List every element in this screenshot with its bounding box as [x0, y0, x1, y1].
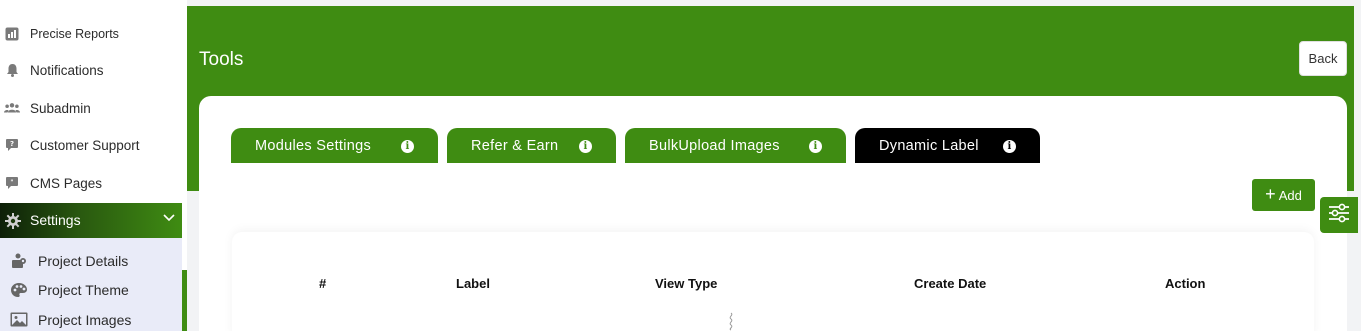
back-button[interactable]: Back: [1299, 41, 1347, 76]
plus-icon: +: [1265, 184, 1276, 204]
tab-bulkupload-images[interactable]: BulkUpload Images i: [625, 128, 846, 163]
info-icon[interactable]: i: [579, 140, 592, 153]
project-details-icon: [10, 253, 28, 269]
table-header-view-type: View Type: [655, 276, 718, 291]
submenu-item-label: Project Theme: [38, 282, 129, 298]
submenu-item-label: Project Details: [38, 253, 129, 269]
info-icon[interactable]: i: [1003, 140, 1016, 153]
tab-label: Modules Settings: [255, 137, 372, 154]
tab-dynamic-label[interactable]: Dynamic Label i: [855, 128, 1040, 163]
info-icon[interactable]: i: [401, 140, 414, 153]
svg-text:": ": [10, 179, 13, 186]
table-header-create-date: Create Date: [914, 276, 987, 291]
sliders-icon: [1328, 203, 1350, 228]
submenu-item-project-details[interactable]: Project Details: [0, 247, 182, 275]
tab-refer-earn[interactable]: Refer & Earn i: [447, 128, 616, 163]
sidebar-item-label: Customer Support: [30, 137, 140, 153]
sidebar-item-label: Subadmin: [30, 100, 91, 116]
submenu-item-project-images[interactable]: Project Images: [0, 306, 182, 331]
table-header-index: #: [319, 276, 327, 291]
sidebar-item-customer-support[interactable]: ? Customer Support: [0, 130, 182, 160]
page-title: Tools: [199, 49, 244, 70]
sidebar-item-notifications[interactable]: Notifications: [0, 55, 182, 85]
image-icon: [10, 312, 28, 328]
chat-icon: ": [4, 175, 20, 191]
table-header-action: Action: [1165, 276, 1206, 291]
sidebar-item-subadmin[interactable]: Subadmin: [0, 93, 182, 123]
users-icon: [4, 100, 20, 116]
info-icon[interactable]: i: [809, 140, 822, 153]
sidebar-item-label: Settings: [30, 212, 81, 228]
tab-label: Refer & Earn: [471, 137, 559, 154]
settings-submenu: Project Details Project Theme Project Im…: [0, 238, 182, 331]
sidebar-item-label: Notifications: [30, 62, 104, 78]
submenu-item-label: Project Images: [38, 312, 132, 328]
sidebar: Precise Reports Notifications Subadmin ?…: [0, 0, 187, 331]
gear-icon: [5, 213, 21, 234]
support-icon: ?: [4, 137, 20, 153]
svg-text:?: ?: [10, 140, 14, 148]
sidebar-item-precise-reports[interactable]: Precise Reports: [0, 19, 182, 49]
tab-label: Dynamic Label: [879, 137, 979, 154]
tab-modules-settings[interactable]: Modules Settings i: [231, 128, 438, 163]
chevron-down-icon[interactable]: [162, 211, 176, 230]
submenu-item-project-theme[interactable]: Project Theme: [0, 276, 182, 304]
sidebar-item-label: Precise Reports: [30, 27, 119, 41]
data-table: [232, 232, 1314, 331]
add-button-label: Add: [1278, 187, 1302, 203]
sidebar-item-settings[interactable]: Settings: [0, 203, 182, 238]
table-header-label: Label: [456, 276, 490, 291]
add-button[interactable]: + Add: [1252, 179, 1315, 211]
sidebar-item-cms-pages[interactable]: " CMS Pages: [0, 168, 182, 198]
filter-settings-button[interactable]: [1320, 197, 1358, 233]
bell-icon: [4, 62, 20, 78]
sidebar-item-label: CMS Pages: [30, 175, 103, 191]
chart-icon: [4, 26, 20, 42]
tab-label: BulkUpload Images: [649, 137, 780, 154]
palette-icon: [10, 282, 28, 298]
loading-spinner-icon: [726, 312, 736, 331]
